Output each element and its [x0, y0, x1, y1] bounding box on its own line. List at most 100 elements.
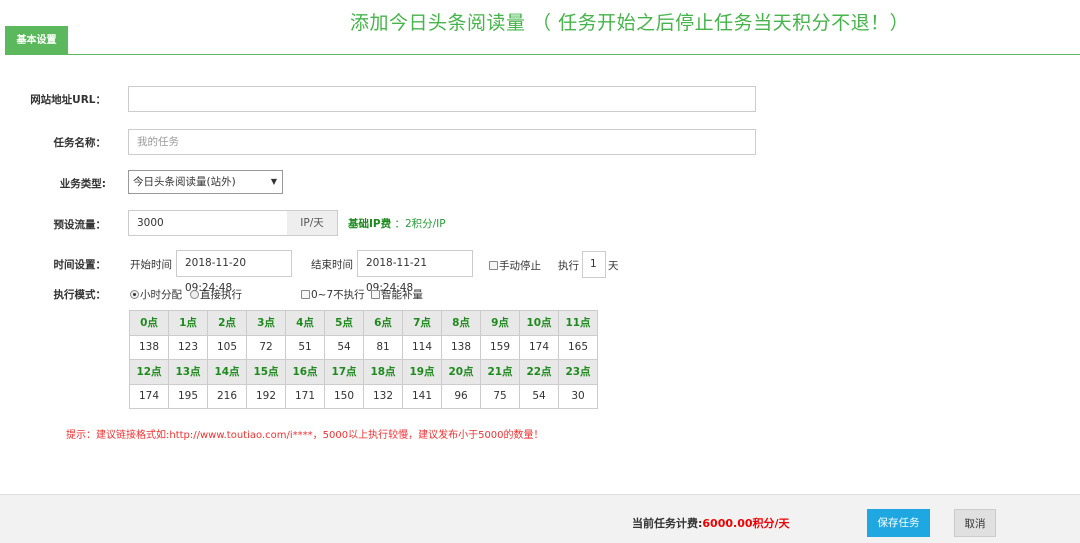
- start-time-input[interactable]: 2018-11-20 09:24:48: [176, 250, 292, 294]
- hour-value-row: 174 195 216 192 171 150 132 141 96 75 54 30: [129, 383, 598, 409]
- hour-label: 4点: [285, 310, 325, 336]
- hour-value[interactable]: 30: [558, 383, 598, 409]
- hour-value-row: 138 123 105 72 51 54 81 114 138 159 174 165: [129, 334, 598, 360]
- task-name-label: 任务名称：: [53, 137, 107, 149]
- hour-label: 14点: [207, 359, 247, 385]
- hour-value[interactable]: 96: [441, 383, 481, 409]
- traffic-label: 预设流量：: [53, 219, 107, 231]
- hour-value[interactable]: 81: [363, 334, 403, 360]
- no-exec-0-7-text: 0~7不执行: [311, 289, 365, 301]
- hour-label: 5点: [324, 310, 364, 336]
- hour-value[interactable]: 216: [207, 383, 247, 409]
- hour-label: 3点: [246, 310, 286, 336]
- traffic-unit: IP/天: [287, 210, 338, 236]
- hour-value[interactable]: 174: [519, 334, 559, 360]
- hourly-allocation-table: 0点 1点 2点 3点 4点 5点 6点 7点 8点 9点 10点 11点 138 123 105 72 51 5…: [129, 310, 598, 409]
- save-task-button[interactable]: 保存任务: [867, 509, 930, 537]
- hour-value[interactable]: 138: [129, 334, 169, 360]
- manual-stop-option[interactable]: 手动停止: [489, 258, 541, 273]
- hour-label: 20点: [441, 359, 481, 385]
- hour-label: 9点: [480, 310, 520, 336]
- url-input[interactable]: [128, 86, 756, 112]
- mode-hourly-radio[interactable]: [130, 290, 139, 299]
- time-settings-label: 时间设置：: [53, 259, 107, 271]
- traffic-input[interactable]: 3000: [128, 210, 288, 236]
- hour-value[interactable]: 159: [480, 334, 520, 360]
- hour-label: 1点: [168, 310, 208, 336]
- exec-label: 执行: [558, 260, 579, 272]
- tab-bar: 基本设置: [5, 26, 1080, 55]
- end-time-label: 结束时间: [311, 259, 353, 271]
- hour-value[interactable]: 72: [246, 334, 286, 360]
- cancel-button[interactable]: 取消: [954, 509, 996, 537]
- smart-fill-text: 智能补量: [381, 289, 423, 301]
- hour-label: 12点: [129, 359, 169, 385]
- tab-basic-settings[interactable]: 基本设置: [5, 26, 68, 55]
- no-exec-0-7-option[interactable]: 0~7不执行: [301, 287, 365, 302]
- hour-label: 22点: [519, 359, 559, 385]
- hour-label: 2点: [207, 310, 247, 336]
- business-type-label: 业务类型:: [59, 178, 106, 190]
- hour-label: 21点: [480, 359, 520, 385]
- hour-value[interactable]: 54: [324, 334, 364, 360]
- mode-hourly-text: 小时分配: [140, 289, 182, 301]
- start-time-label: 开始时间: [130, 259, 172, 271]
- hour-label: 19点: [402, 359, 442, 385]
- fee-value: ：2积分/IP: [394, 218, 446, 230]
- page: 添加今日头条阅读量 （ 任务开始之后停止任务当天积分不退！） 基本设置 网站地址…: [0, 0, 1080, 543]
- no-exec-0-7-checkbox[interactable]: [301, 290, 310, 299]
- hour-label: 8点: [441, 310, 481, 336]
- hour-value[interactable]: 150: [324, 383, 364, 409]
- business-type-value: 今日头条阅读量(站外): [133, 176, 236, 188]
- hour-label-row: 0点 1点 2点 3点 4点 5点 6点 7点 8点 9点 10点 11点: [129, 310, 598, 336]
- smart-fill-checkbox[interactable]: [371, 290, 380, 299]
- base-ip-fee: 基础IP费 ：2积分/IP: [348, 216, 446, 231]
- hour-value[interactable]: 171: [285, 383, 325, 409]
- hour-value[interactable]: 54: [519, 383, 559, 409]
- hour-value[interactable]: 192: [246, 383, 286, 409]
- smart-fill-option[interactable]: 智能补量: [371, 287, 423, 302]
- hour-value[interactable]: 105: [207, 334, 247, 360]
- hour-label: 6点: [363, 310, 403, 336]
- end-time-input[interactable]: 2018-11-21 09:24:48: [357, 250, 473, 294]
- current-cost: 当前任务计费:6000.00积分/天: [632, 515, 790, 531]
- exec-mode-label: 执行模式：: [53, 289, 107, 301]
- hour-label: 16点: [285, 359, 325, 385]
- manual-stop-checkbox[interactable]: [489, 261, 498, 270]
- exec-unit: 天: [608, 260, 619, 272]
- hour-label: 13点: [168, 359, 208, 385]
- hour-value[interactable]: 132: [363, 383, 403, 409]
- manual-stop-text: 手动停止: [499, 260, 541, 272]
- hour-value[interactable]: 165: [558, 334, 598, 360]
- exec-days-input[interactable]: 1: [582, 251, 606, 278]
- url-label: 网站地址URL：: [30, 94, 106, 106]
- cost-value: 6000.00积分/天: [702, 517, 790, 530]
- footer-bar: 当前任务计费:6000.00积分/天 保存任务 取消: [0, 494, 1080, 543]
- hour-label-row: 12点 13点 14点 15点 16点 17点 18点 19点 20点 21点 22点 23点: [129, 359, 598, 385]
- hour-label: 11点: [558, 310, 598, 336]
- hour-label: 7点: [402, 310, 442, 336]
- task-name-input[interactable]: 我的任务: [128, 129, 756, 155]
- hour-value[interactable]: 123: [168, 334, 208, 360]
- hour-value[interactable]: 141: [402, 383, 442, 409]
- fee-label: 基础IP费: [348, 218, 392, 230]
- hour-value[interactable]: 138: [441, 334, 481, 360]
- hour-label: 18点: [363, 359, 403, 385]
- hour-label: 15点: [246, 359, 286, 385]
- hour-label: 17点: [324, 359, 364, 385]
- business-type-select[interactable]: 今日头条阅读量(站外) ▼: [128, 170, 283, 194]
- hour-value[interactable]: 114: [402, 334, 442, 360]
- mode-hourly-option[interactable]: 小时分配: [130, 287, 182, 302]
- mode-direct-option[interactable]: 直接执行: [190, 287, 242, 302]
- dropdown-arrow-icon: ▼: [270, 177, 277, 186]
- hour-label: 0点: [129, 310, 169, 336]
- mode-direct-text: 直接执行: [200, 289, 242, 301]
- hour-value[interactable]: 75: [480, 383, 520, 409]
- cost-label: 当前任务计费:: [632, 517, 703, 530]
- hour-value[interactable]: 195: [168, 383, 208, 409]
- hour-label: 23点: [558, 359, 598, 385]
- mode-direct-radio[interactable]: [190, 290, 199, 299]
- hour-value[interactable]: 174: [129, 383, 169, 409]
- tip-text: 提示：建议链接格式如:http://www.toutiao.com/i****，…: [66, 430, 544, 441]
- hour-value[interactable]: 51: [285, 334, 325, 360]
